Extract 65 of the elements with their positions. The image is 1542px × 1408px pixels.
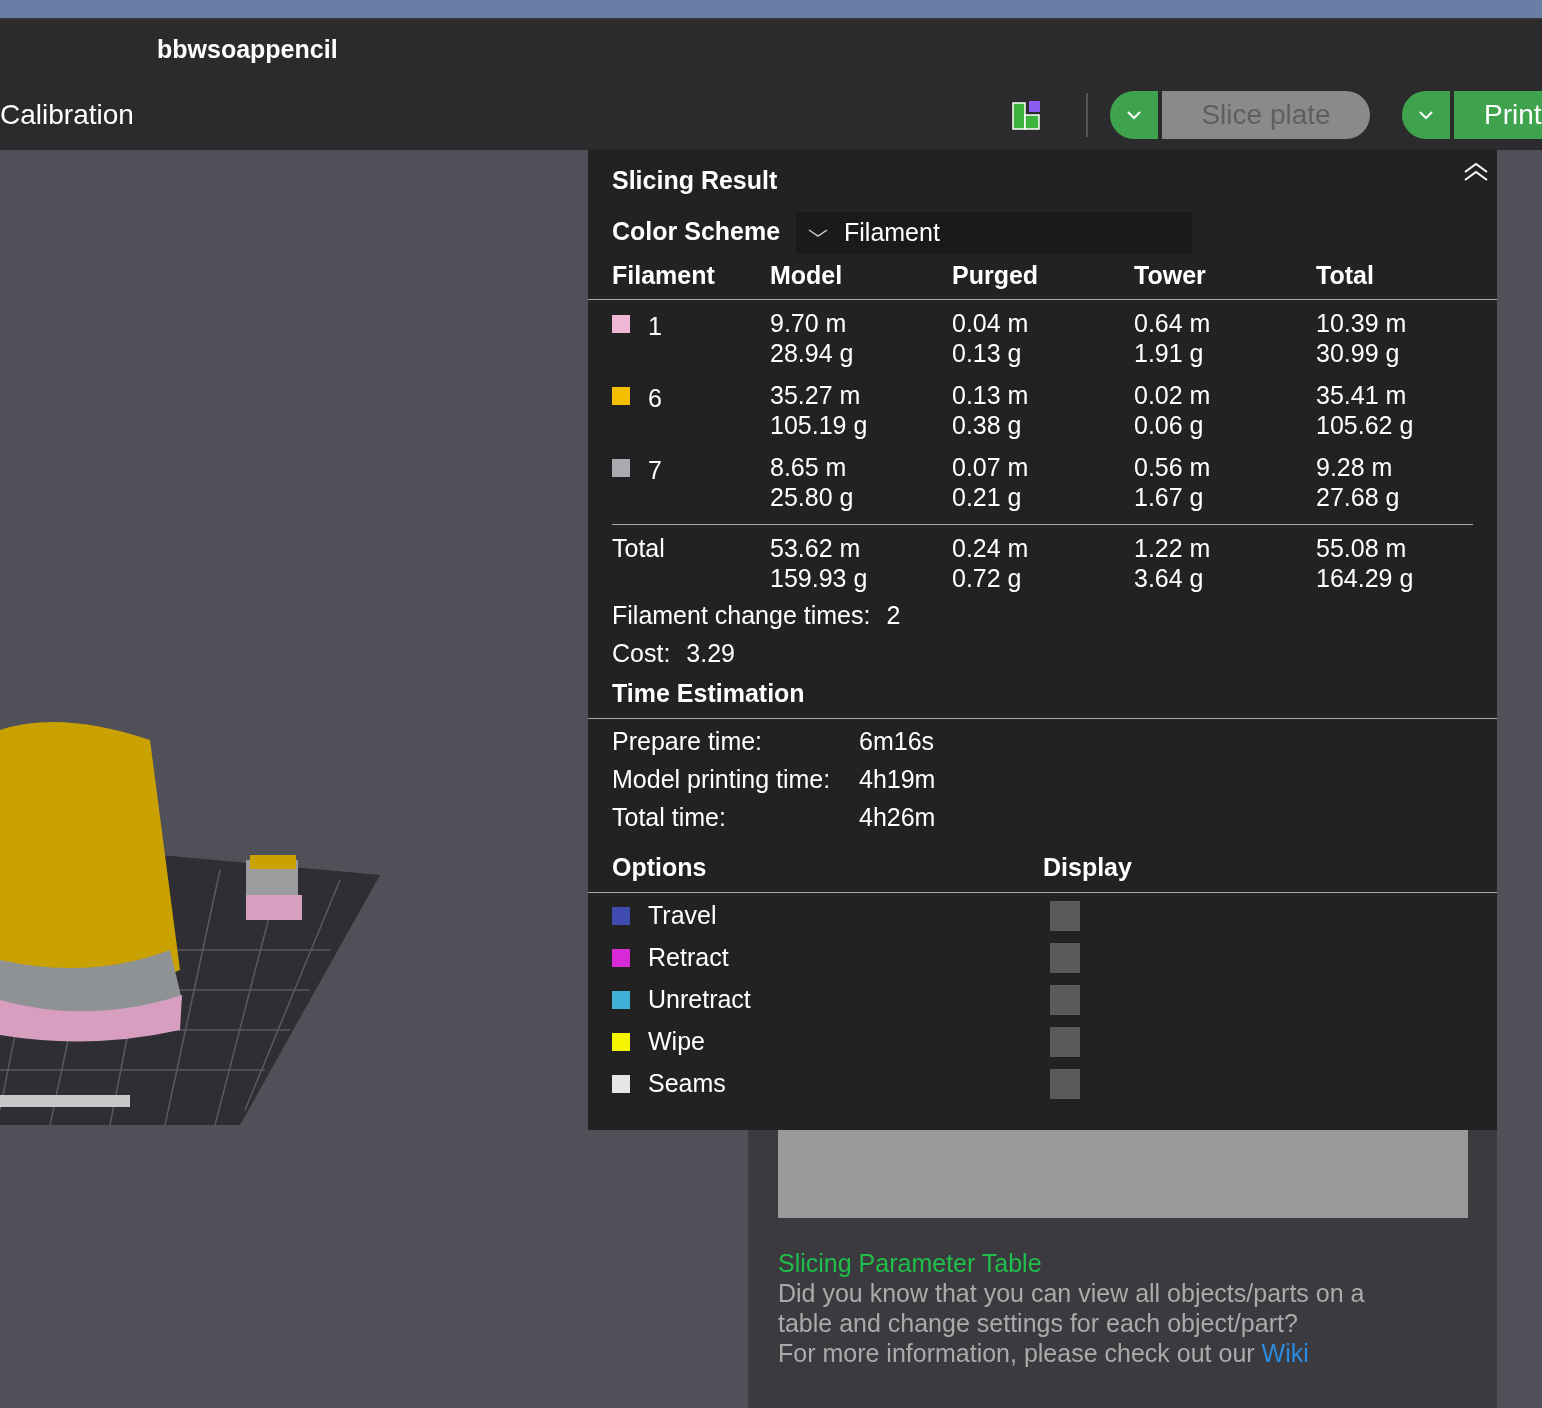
chevron-down-icon [1126,110,1142,120]
chevron-down-icon [1418,110,1434,120]
tip-text: Did you know that you can view all objects/parts on a table and change settings for each object/part? [778,1278,1366,1338]
cost-label: Cost: [612,638,671,670]
purged-usage: 0.07 m 0.21 g [952,452,1030,513]
change-times-value: 2 [886,600,901,632]
tip-more-text: For more information, please check out our Wiki [778,1338,1310,1368]
column-header: Model [770,259,844,291]
filament-id: 7 [648,455,662,486]
option-label: Seams [648,1068,727,1100]
print-dropdown-button[interactable] [1402,91,1450,139]
tower-usage: 1.22 m 3.64 g [1134,533,1212,594]
color-scheme-label: Color Scheme [612,216,782,248]
time-value: 6m16s [859,726,935,758]
time-label: Prepare time: [612,726,764,758]
time-label: Total time: [612,802,727,834]
filament-id: 1 [648,311,662,342]
time-value: 4h26m [859,802,936,834]
total-usage: 55.08 m 164.29 g [1316,533,1415,594]
tower-usage: 0.64 m 1.91 g [1134,308,1212,369]
color-scheme-dropdown[interactable]: Filament [796,212,1192,254]
tower-usage: 0.02 m 0.06 g [1134,380,1212,441]
section-title: Options [612,851,708,883]
display-column-title: Display [1043,851,1132,883]
time-value: 4h19m [859,764,936,796]
purged-usage: 0.24 m 0.72 g [952,533,1030,594]
option-label: Travel [648,900,718,932]
slice-dropdown-button[interactable] [1110,91,1158,139]
total-usage: 10.39 m 30.99 g [1316,308,1408,369]
display-checkbox[interactable] [1050,985,1080,1015]
model-usage: 35.27 m 105.19 g [770,380,869,441]
display-checkbox[interactable] [1050,1069,1080,1099]
model-usage: 8.65 m 25.80 g [770,452,855,513]
layout-icon[interactable] [1012,100,1042,130]
total-usage: 35.41 m 105.62 g [1316,380,1415,441]
option-label: Retract [648,942,730,974]
section-title: Time Estimation [612,677,805,709]
column-header: Total [1316,259,1375,291]
filament-id: 6 [648,383,662,414]
model-usage: 53.62 m 159.93 g [770,533,869,594]
display-checkbox[interactable] [1050,901,1080,931]
cost-value: 3.29 [686,638,736,670]
purged-usage: 0.04 m 0.13 g [952,308,1030,369]
time-label: Model printing time: [612,764,832,796]
display-checkbox[interactable] [1050,943,1080,973]
total-usage: 9.28 m 27.68 g [1316,452,1401,513]
column-header: Tower [1134,259,1207,291]
print-button[interactable]: Print [1454,91,1542,139]
tip-title: Slicing Parameter Table [778,1248,1043,1278]
tower-usage: 0.56 m 1.67 g [1134,452,1212,513]
display-checkbox[interactable] [1050,1027,1080,1057]
calibration-tab[interactable]: Calibration [0,94,134,136]
chevron-down-icon [808,228,828,238]
collapse-icon[interactable] [1463,162,1489,182]
panel-title: Slicing Result [612,165,778,197]
wiki-link[interactable]: Wiki [1261,1339,1309,1367]
option-label: Wipe [648,1026,706,1058]
change-times-label: Filament change times: [612,600,871,632]
option-label: Unretract [648,984,752,1016]
purged-usage: 0.13 m 0.38 g [952,380,1030,441]
column-header: Filament [612,259,716,291]
window-title: bbwsoappencil [157,34,338,66]
column-header: Purged [952,259,1040,291]
total-label: Total [612,533,666,564]
model-usage: 9.70 m 28.94 g [770,308,855,369]
